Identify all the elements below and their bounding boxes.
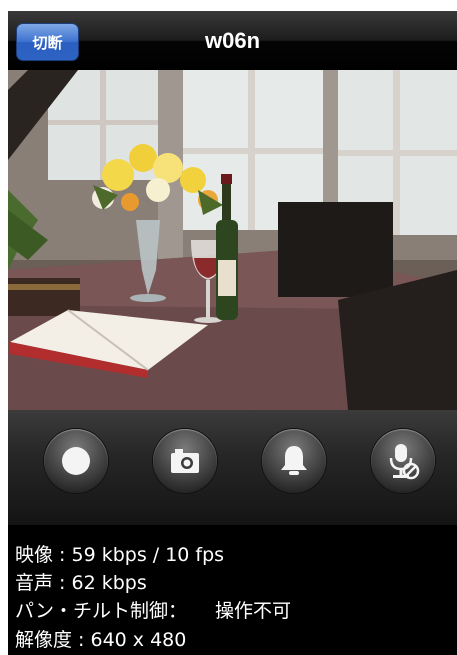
pantilt-label: パン・チルト制御：: [15, 600, 187, 622]
pantilt-status-text: パン・チルト制御： 操作不可: [15, 596, 291, 623]
disconnect-button[interactable]: 切断: [16, 23, 79, 61]
microphone-off-icon: [389, 444, 420, 480]
resolution-text: 解像度 : 640 x 480: [15, 629, 187, 651]
camera-icon: [171, 449, 199, 473]
pantilt-value: 操作不可: [214, 600, 291, 622]
navigation-bar: 切断 w06n: [8, 11, 457, 70]
video-bitrate-text: 映像 : 59 kbps / 10 fps: [15, 544, 225, 566]
phone-screen: 切断 w06n 映像: 59 kbps / 10 fps 音声: 62 kb…: [8, 11, 457, 655]
camera-live-view: [8, 70, 457, 410]
control-bar: [8, 410, 457, 525]
record-icon: [62, 447, 90, 475]
app-frame: 切断 w06n 映像: 59 kbps / 10 fps 音声: 62 kb…: [0, 0, 457, 655]
snapshot-button[interactable]: [153, 429, 217, 493]
bell-icon: [281, 446, 307, 475]
record-button[interactable]: [44, 429, 108, 493]
stream-info-panel: 映像 : 59 kbps / 10 fps 音声 : 62 kbps パン・チル…: [8, 525, 457, 655]
microphone-button[interactable]: [371, 429, 435, 493]
audio-bitrate-text: 音声 : 62 kbps: [15, 572, 147, 594]
alarm-button[interactable]: [262, 429, 326, 493]
